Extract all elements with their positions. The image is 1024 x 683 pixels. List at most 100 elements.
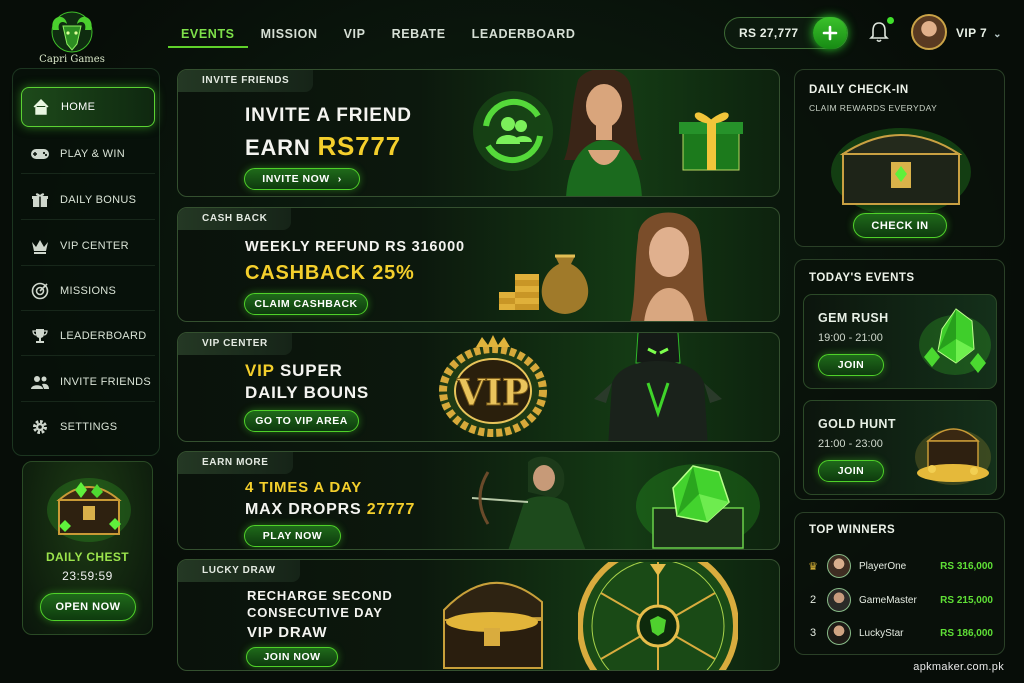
lucky-line-1: RECHARGE SECOND	[247, 588, 393, 603]
sidebar-item-home[interactable]: HOME	[21, 87, 155, 127]
daily-checkin-panel: DAILY CHECK-IN CLAIM REWARDS EVERYDAY CH…	[794, 69, 1005, 247]
claim-cashback-button[interactable]: CLAIM CASHBACK	[244, 293, 368, 315]
winner-rank: 3	[809, 627, 817, 639]
invite-earn-prefix: EARN	[245, 135, 318, 160]
cashback-refund-line: WEEKLY REFUND RS 316000	[245, 239, 465, 255]
avatar	[827, 621, 851, 645]
woman-portrait-image	[630, 212, 708, 321]
earn-more-banner: EARN MORE 4 TIMES A DAY MAX DROPRS 27777…	[177, 451, 780, 550]
money-bag-image	[499, 254, 589, 314]
sidebar-item-settings[interactable]: SETTINGS	[21, 407, 155, 447]
tab-rebate[interactable]: REBATE	[379, 22, 459, 48]
ram-logo-icon	[51, 11, 93, 53]
banner-tag: VIP CENTER	[178, 333, 292, 355]
winner-name: LuckyStar	[859, 627, 904, 639]
banner-tag: EARN MORE	[178, 452, 293, 474]
sidebar-item-label: INVITE FRIENDS	[60, 375, 151, 388]
winner-row[interactable]: ♛ PlayerOne RS 316,000	[803, 551, 999, 581]
join-event-button[interactable]: JOIN	[818, 460, 884, 482]
tab-mission[interactable]: MISSION	[248, 22, 331, 48]
balance-pill[interactable]: RS 27,777	[724, 17, 848, 49]
vip-level-menu[interactable]: VIP 7 ⌄	[956, 26, 1002, 40]
winners-title: TOP WINNERS	[809, 524, 896, 536]
top-nav: EVENTS MISSION VIP REBATE LEADERBOARD	[168, 22, 588, 48]
user-avatar[interactable]	[911, 14, 947, 50]
sidebar-item-vip-center[interactable]: VIP CENTER	[21, 226, 155, 266]
green-gem-image	[919, 308, 991, 375]
sidebar-item-label: SETTINGS	[60, 421, 118, 433]
sidebar-item-label: HOME	[61, 101, 96, 113]
earn-max-label: MAX DROPRS	[245, 501, 367, 518]
home-icon	[30, 96, 52, 118]
gold-treasure-image	[915, 428, 991, 485]
vip-laurel-emblem: VIP	[439, 335, 547, 437]
brand-name: Capri Games	[39, 54, 105, 65]
woman-character-image	[564, 70, 642, 196]
event-card-gold-hunt: GOLD HUNT 21:00 - 23:00 JOIN	[803, 400, 997, 495]
sidebar-item-label: VIP CENTER	[60, 239, 129, 252]
avatar	[827, 554, 851, 578]
invite-now-button[interactable]: INVITE NOW ›	[244, 168, 360, 190]
balance-amount: RS 27,777	[739, 26, 799, 40]
play-now-button[interactable]: PLAY NOW	[244, 525, 341, 547]
winner-row[interactable]: 3 LuckyStar RS 186,000	[803, 618, 999, 648]
event-name: GEM RUSH	[818, 311, 889, 325]
check-in-button[interactable]: CHECK IN	[853, 213, 947, 238]
tab-events[interactable]: EVENTS	[168, 22, 248, 48]
invite-friends-banner: INVITE FRIENDS INVITE A FRIEND EARN RS77…	[177, 69, 780, 197]
winner-name: GameMaster	[859, 594, 917, 606]
cashback-banner: CASH BACK WEEKLY REFUND RS 316000 CASHBA…	[177, 207, 780, 322]
chevron-right-icon: ›	[337, 173, 342, 185]
deposit-button[interactable]	[813, 17, 847, 49]
sidebar-item-invite-friends[interactable]: INVITE FRIENDS	[21, 362, 155, 402]
sidebar-item-label: LEADERBOARD	[60, 329, 147, 342]
sidebar-item-leaderboard[interactable]: LEADERBOARD	[21, 316, 155, 356]
invite-earn-line: EARN RS777	[245, 131, 401, 162]
tab-vip[interactable]: VIP	[331, 22, 379, 48]
top-winners-panel: TOP WINNERS ♛ PlayerOne RS 316,000 2 Gam…	[794, 512, 1005, 655]
invite-headline: INVITE A FRIEND	[245, 105, 412, 126]
invite-now-label: INVITE NOW	[262, 173, 330, 185]
sidebar-item-missions[interactable]: MISSIONS	[21, 271, 155, 311]
vip-super-word: SUPER	[274, 361, 343, 380]
open-chest-button[interactable]: OPEN NOW	[40, 593, 136, 621]
vip-center-banner: VIP CENTER VIP SUPER DAILY BOUNS GO TO V…	[177, 332, 780, 442]
todays-events-panel: TODAY'S EVENTS GEM RUSH 19:00 - 21:00 JO…	[794, 259, 1005, 500]
archer-character-image	[471, 456, 586, 549]
checkin-title: DAILY CHECK-IN	[809, 84, 909, 96]
go-to-vip-button[interactable]: GO TO VIP AREA	[244, 410, 359, 432]
brand-logo[interactable]: Capri Games	[24, 10, 120, 68]
gift-box-image	[679, 112, 743, 171]
app-root: Capri Games EVENTS MISSION VIP REBATE LE…	[0, 0, 1024, 683]
checkin-subtitle: CLAIM REWARDS EVERYDAY	[809, 103, 938, 113]
vip-emblem-text: VIP	[456, 372, 529, 414]
users-icon	[29, 371, 51, 393]
chevron-down-icon: ⌄	[993, 29, 1002, 40]
treasure-chest-image	[47, 478, 131, 542]
daily-chest-card: DAILY CHEST 23:59:59 OPEN NOW	[22, 461, 153, 635]
event-card-gem-rush: GEM RUSH 19:00 - 21:00 JOIN	[803, 294, 997, 389]
join-event-button[interactable]: JOIN	[818, 354, 884, 376]
sidebar-item-play-win[interactable]: PLAY & WIN	[21, 134, 155, 174]
gamepad-icon	[29, 143, 51, 165]
join-lucky-draw-button[interactable]: JOIN NOW	[246, 647, 338, 667]
vip-level-label: VIP 7	[956, 26, 988, 40]
crown-rank-icon: ♛	[808, 560, 818, 573]
gift-icon	[29, 189, 51, 211]
vip-word: VIP	[245, 361, 275, 380]
earn-frequency-line: 4 TIMES A DAY	[245, 479, 363, 496]
daily-chest-timer: 23:59:59	[62, 569, 113, 583]
notification-dot	[887, 17, 894, 24]
banner-tag: LUCKY DRAW	[178, 560, 300, 582]
earn-max-amount: 27777	[366, 501, 416, 518]
gear-icon	[29, 416, 51, 438]
vip-bonus-line: DAILY BOUNS	[245, 383, 370, 402]
sidebar-item-daily-bonus[interactable]: DAILY BONUS	[21, 180, 155, 220]
winner-amount: RS 215,000	[940, 594, 993, 606]
watermark: apkmaker.com.pk	[913, 661, 1004, 673]
trophy-icon	[29, 325, 51, 347]
tab-leaderboard[interactable]: LEADERBOARD	[459, 22, 589, 48]
winner-amount: RS 186,000	[940, 627, 993, 639]
crown-icon	[29, 235, 51, 257]
winner-row[interactable]: 2 GameMaster RS 215,000	[803, 585, 999, 615]
